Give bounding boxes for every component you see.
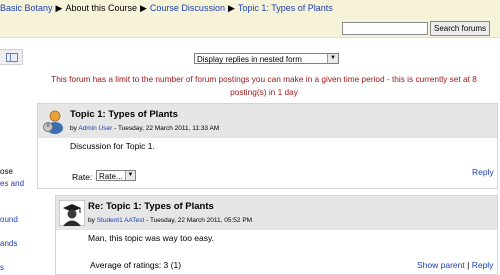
breadcrumb-forum[interactable]: Course Discussion [150,3,225,13]
chevron-down-icon[interactable]: ▼ [125,171,135,180]
byline-prefix: by [88,217,95,224]
block-header [0,49,23,65]
left-block-link[interactable]: ound [0,215,24,224]
post-body: Discussion for Topic 1. [70,141,155,151]
author-link[interactable]: Student1 AATest [97,217,145,224]
post-byline: by Admin User - Tuesday, 22 March 2011, … [70,125,219,132]
left-side-block: ose es and ound ands s [0,44,24,272]
left-block-link[interactable]: es and [0,179,24,188]
search-input[interactable] [342,22,428,35]
admin-avatar-icon[interactable] [41,108,67,134]
post-actions: Show parent | Reply [417,260,493,270]
breadcrumb-course[interactable]: Basic Botany [0,3,53,13]
post-date: - Tuesday, 22 March 2011, 11:33 AM [112,125,220,132]
breadcrumb-topic[interactable]: Topic 1: Types of Plants [238,3,333,13]
block-toggle-icon[interactable] [6,53,18,62]
show-parent-link[interactable]: Show parent [417,260,465,270]
byline-prefix: by [70,125,77,132]
breadcrumb-separator: ▶ [55,3,63,13]
post-header: Topic 1: Types of Plants by Admin User -… [38,104,497,138]
reply-link[interactable]: Reply [472,167,494,177]
display-mode-value: Display replies in nested form [197,55,302,64]
forum-post: Topic 1: Types of Plants by Admin User -… [37,103,498,189]
navbar: Basic Botany ▶ About this Course ▶ Course Di… [0,0,500,38]
display-mode-select[interactable]: Display replies in nested form ▼ [194,53,339,64]
search-forums-button[interactable]: Search forums [430,21,490,36]
breadcrumb: Basic Botany ▶ About this Course ▶ Course Di… [0,3,333,14]
student-avatar-icon[interactable] [59,200,85,226]
forum-post-reply: Re: Topic 1: Types of Plants by Student1… [55,195,498,275]
post-subject: Re: Topic 1: Types of Plants [88,201,214,212]
rate-select-value: Rate... [99,172,123,181]
rate-select[interactable]: Rate... ▼ [96,170,136,181]
reply-link[interactable]: Reply [472,260,494,270]
post-subject: Topic 1: Types of Plants [70,109,178,120]
left-block-line: ose [0,167,13,176]
left-block-link[interactable]: ands [0,239,24,248]
posting-limit-notice: This forum has a limit to the number of … [51,74,477,97]
post-body: Man, this topic was way too easy. [88,233,214,243]
breadcrumb-separator: ▶ [227,3,235,13]
average-ratings: Average of ratings: 3 (1) [90,260,182,270]
post-header: Re: Topic 1: Types of Plants by Student1… [56,196,497,230]
breadcrumb-separator: ▶ [140,3,147,13]
post-byline: by Student1 AATest - Tuesday, 22 March 2… [88,217,252,224]
left-block-link[interactable]: s [0,263,24,272]
post-date: - Tuesday, 22 March 2011, 05:52 PM [144,217,253,224]
rate-label: Rate: [72,172,93,182]
author-link[interactable]: Admin User [78,125,112,132]
chevron-down-icon[interactable]: ▼ [327,54,338,63]
breadcrumb-about: About this Course [65,3,137,13]
action-separator: | [467,260,470,270]
